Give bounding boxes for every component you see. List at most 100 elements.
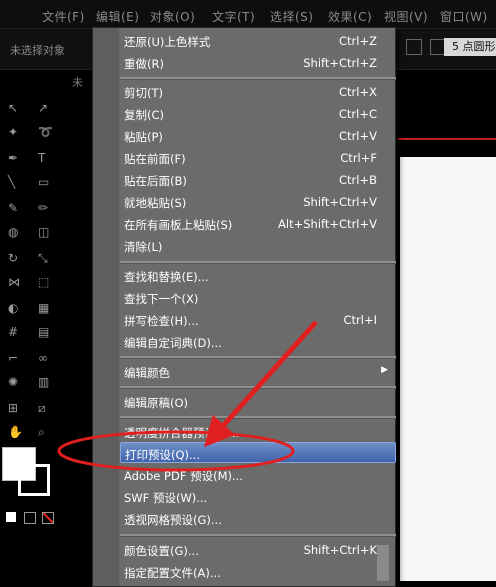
blend-tool-icon[interactable]: ∞ [38, 351, 48, 365]
menu-item-clear[interactable]: 清除(L) [120, 235, 396, 256]
menu-item-find-replace[interactable]: 查找和替换(E)... [120, 265, 396, 286]
menu-item-redo[interactable]: 重做(R) Shift+Ctrl+Z [120, 52, 396, 73]
menu-item-print-presets[interactable]: 打印预设(Q)... [120, 442, 396, 463]
menu-item-paste-in-back[interactable]: 贴在后面(B) Ctrl+B [120, 169, 396, 190]
menu-item-copy[interactable]: 复制(C) Ctrl+C [120, 103, 396, 124]
menu-item-shortcut: Shift+Ctrl+K [303, 543, 377, 557]
menu-item-label: 清除(L) [124, 240, 163, 254]
width-tool-icon[interactable]: ⋈ [8, 275, 20, 289]
menu-item-label: 透视网格预设(G)... [124, 513, 222, 527]
type-tool-icon[interactable]: T [38, 151, 45, 165]
menu-item-find-next[interactable]: 查找下一个(X) [120, 287, 396, 308]
stroke-color-swatch[interactable] [18, 464, 50, 496]
menu-item-label: 拼写检查(H)... [124, 314, 199, 328]
menu-item-label: 重做(R) [124, 57, 164, 71]
menu-separator [120, 261, 396, 264]
menu-item-label: SWF 预设(W)... [124, 491, 208, 505]
tools-panel: ↖ ↗ ✦ ➰ ✒ T ╲ ▭ ✎ ✏ ◍ ◫ ↻ ⤡ ⋈ ⬚ ◐ ▦ # ▤ … [0, 95, 62, 581]
edit-menu: 还原(U)上色样式 Ctrl+Z 重做(R) Shift+Ctrl+Z 剪切(T… [92, 27, 396, 587]
blob-brush-tool-icon[interactable]: ◍ [8, 225, 18, 239]
artboard-tool-icon[interactable]: ⊞ [8, 401, 18, 415]
menu-item-shortcut: Ctrl+Z [339, 34, 377, 48]
mesh-tool-icon[interactable]: # [8, 325, 18, 339]
eraser-tool-icon[interactable]: ◫ [38, 225, 49, 239]
menu-item-label: 编辑颜色 [124, 366, 170, 380]
shape-builder-tool-icon[interactable]: ◐ [8, 301, 18, 315]
menu-item-shortcut: Ctrl+V [339, 129, 377, 143]
artboard[interactable] [400, 157, 496, 581]
hand-tool-icon[interactable]: ✋ [8, 425, 23, 439]
menu-item-paste[interactable]: 粘贴(P) Ctrl+V [120, 125, 396, 146]
menu-item-label: 复制(C) [124, 108, 165, 122]
menu-item-label: 编辑原稿(O) [124, 396, 189, 410]
pen-tool-icon[interactable]: ✒ [8, 151, 18, 165]
menu-item-paste-in-place[interactable]: 就地粘贴(S) Shift+Ctrl+V [120, 191, 396, 212]
eyedropper-tool-icon[interactable]: ⌐ [8, 351, 18, 365]
menu-item-label: 贴在后面(B) [124, 174, 187, 188]
menu-separator [120, 356, 396, 359]
slice-tool-icon[interactable]: ⧄ [38, 401, 46, 416]
menu-item-label: Adobe PDF 预设(M)... [124, 469, 243, 483]
gradient-mode-icon[interactable] [24, 512, 36, 524]
menu-item-shortcut: Shift+Ctrl+V [303, 195, 377, 209]
menu-item-assign-profile[interactable]: 指定配置文件(A)... [120, 561, 396, 582]
menu-separator [120, 77, 396, 80]
menu-object[interactable]: 对象(O) [150, 8, 195, 25]
menu-item-undo[interactable]: 还原(U)上色样式 Ctrl+Z [120, 30, 396, 51]
menu-item-edit-colors[interactable]: 编辑颜色 ▶ [120, 361, 396, 382]
menu-type[interactable]: 文字(T) [212, 8, 255, 25]
menu-item-label: 在所有画板上粘贴(S) [124, 218, 233, 232]
zoom-tool-icon[interactable]: ⌕ [38, 425, 45, 440]
direct-selection-tool-icon[interactable]: ↗ [38, 101, 48, 115]
menu-item-paste-all-artboards[interactable]: 在所有画板上粘贴(S) Alt+Shift+Ctrl+V [120, 213, 396, 234]
menu-separator [120, 386, 396, 389]
menu-separator [120, 416, 396, 419]
rectangle-tool-icon[interactable]: ▭ [38, 175, 49, 189]
menu-effect[interactable]: 效果(C) [328, 8, 372, 25]
selection-status: 未选择对象 [10, 44, 65, 57]
brush-tool-icon[interactable]: ✎ [8, 201, 18, 215]
menu-file[interactable]: 文件(F) [42, 8, 85, 25]
color-mode-icon[interactable] [6, 512, 16, 522]
menu-item-transparency-presets[interactable]: 透明度拼合器预设(J)... [120, 421, 396, 442]
pencil-tool-icon[interactable]: ✏ [38, 201, 48, 215]
menu-window[interactable]: 窗口(W) [440, 8, 488, 25]
scale-tool-icon[interactable]: ⤡ [38, 251, 48, 266]
menu-item-perspective-presets[interactable]: 透视网格预设(G)... [120, 508, 396, 529]
perspective-grid-tool-icon[interactable]: ▦ [38, 301, 49, 315]
line-tool-icon[interactable]: ╲ [8, 175, 15, 189]
document-tab[interactable]: 未 [72, 74, 83, 90]
lasso-tool-icon[interactable]: ➰ [38, 125, 53, 139]
menu-item-shortcut: Ctrl+I [343, 313, 378, 327]
gradient-tool-icon[interactable]: ▤ [38, 325, 49, 339]
menu-item-label: 查找下一个(X) [124, 292, 199, 306]
symbol-sprayer-tool-icon[interactable]: ✺ [8, 375, 18, 389]
menu-view[interactable]: 视图(V) [384, 8, 428, 25]
menu-scroll-thumb[interactable] [377, 545, 389, 581]
menu-item-spell-check[interactable]: 拼写检查(H)... Ctrl+I [120, 309, 396, 330]
menu-item-shortcut: Ctrl+F [340, 151, 377, 165]
column-graph-tool-icon[interactable]: ▥ [38, 375, 49, 389]
menu-item-pdf-presets[interactable]: Adobe PDF 预设(M)... [120, 464, 396, 485]
menu-item-shortcut: Alt+Shift+Ctrl+V [278, 217, 377, 231]
menu-item-edit-original[interactable]: 编辑原稿(O) [120, 391, 396, 412]
menu-item-swf-presets[interactable]: SWF 预设(W)... [120, 486, 396, 507]
menu-icon-gutter [93, 28, 119, 586]
menu-edit[interactable]: 编辑(E) [96, 8, 139, 25]
menu-select[interactable]: 选择(S) [270, 8, 313, 25]
none-mode-icon[interactable] [42, 512, 54, 524]
menu-item-label: 指定配置文件(A)... [124, 566, 221, 580]
magic-wand-tool-icon[interactable]: ✦ [8, 125, 18, 139]
menu-item-label: 剪切(T) [124, 86, 163, 100]
menu-item-color-settings[interactable]: 颜色设置(G)... Shift+Ctrl+K [120, 539, 396, 560]
menu-item-label: 查找和替换(E)... [124, 270, 209, 284]
menu-item-cut[interactable]: 剪切(T) Ctrl+X [120, 81, 396, 102]
rotate-tool-icon[interactable]: ↻ [8, 251, 18, 265]
menu-separator [120, 534, 396, 537]
brush-point-dropdown[interactable]: 5 点圆形 [444, 38, 496, 56]
stroke-options-icon[interactable] [406, 39, 422, 55]
menu-item-edit-dictionary[interactable]: 编辑自定词典(D)... [120, 331, 396, 352]
free-transform-tool-icon[interactable]: ⬚ [38, 275, 49, 289]
selection-tool-icon[interactable]: ↖ [8, 101, 18, 115]
menu-item-paste-in-front[interactable]: 贴在前面(F) Ctrl+F [120, 147, 396, 168]
